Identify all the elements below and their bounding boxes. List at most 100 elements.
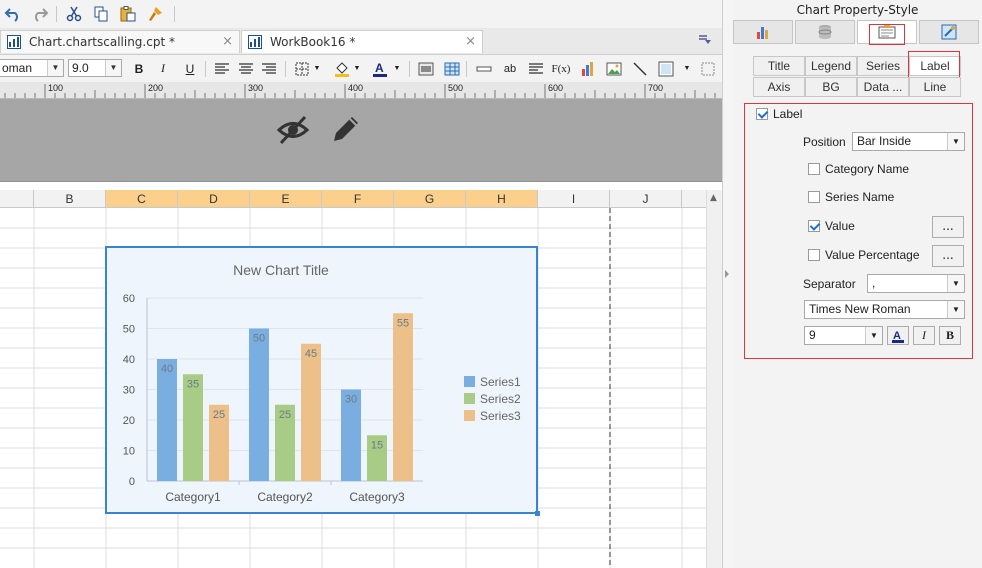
column-header-c[interactable]: C [106, 190, 178, 208]
undo-icon[interactable] [2, 4, 24, 24]
chevron-down-icon[interactable]: ▼ [47, 60, 63, 76]
bar[interactable] [157, 359, 177, 481]
font-name-select[interactable]: oman ▼ [0, 59, 64, 77]
value-checkbox[interactable] [808, 220, 820, 232]
column-header-i[interactable]: I [538, 190, 610, 208]
subtab-data[interactable]: Data ... [857, 77, 909, 97]
subtab-legend[interactable]: Legend [805, 56, 857, 76]
hide-eye-icon[interactable] [276, 113, 310, 150]
chevron-down-icon[interactable]: ▼ [105, 60, 121, 76]
effects-tab[interactable] [919, 20, 979, 44]
bold-button[interactable]: B [129, 59, 149, 78]
bar-chart[interactable]: New Chart Title 0 10 20 30 40 50 60 40 35 25 Catego… [107, 248, 536, 512]
column-header-e[interactable]: E [250, 190, 322, 208]
draw-line-icon[interactable] [630, 59, 650, 78]
column-header-g[interactable]: G [394, 190, 466, 208]
font-color-icon[interactable]: A [370, 59, 390, 78]
value-percentage-checkbox[interactable] [808, 249, 820, 261]
tab-chart-file[interactable]: Chart.chartscalling.cpt * × [0, 30, 240, 53]
label-checkbox[interactable] [756, 108, 768, 120]
align-center-icon[interactable] [236, 59, 256, 78]
subtab-title[interactable]: Title [753, 56, 805, 76]
italic-button[interactable]: I [153, 59, 173, 78]
chevron-down-icon[interactable]: ▼ [947, 301, 964, 318]
tab-list-dropdown-icon[interactable] [698, 34, 712, 49]
chevron-down-icon[interactable]: ▼ [947, 133, 964, 150]
redo-icon[interactable] [29, 4, 51, 24]
bar[interactable] [393, 313, 413, 481]
vertical-scrollbar[interactable]: ▲ [706, 190, 723, 568]
merge-cells-icon[interactable] [416, 59, 436, 78]
insert-chart-icon[interactable] [578, 59, 598, 78]
series-name-checkbox[interactable] [808, 191, 820, 203]
collapse-arrow-icon[interactable] [725, 270, 729, 278]
chevron-down-icon[interactable]: ▼ [947, 275, 964, 292]
subtab-bg[interactable]: BG [805, 77, 857, 97]
position-value: Bar Inside [857, 134, 912, 148]
font-size-select[interactable]: 9.0 ▼ [68, 59, 122, 77]
legend-swatch[interactable] [464, 393, 475, 404]
label-italic-button[interactable]: I [913, 326, 935, 345]
chevron-down-icon[interactable]: ▼ [392, 59, 402, 78]
style-type-tab[interactable] [733, 20, 793, 44]
chevron-down-icon[interactable]: ▼ [352, 59, 362, 78]
cut-icon[interactable] [63, 4, 85, 24]
column-header-a[interactable] [0, 190, 34, 208]
legend-entry[interactable]: Series2 [480, 392, 521, 406]
chevron-down-icon[interactable]: ▼ [865, 327, 882, 344]
fill-color-icon[interactable] [332, 59, 352, 78]
format-painter-icon[interactable] [144, 4, 166, 24]
bar[interactable] [183, 374, 203, 481]
insert-row-icon[interactable] [474, 59, 494, 78]
data-tab[interactable] [795, 20, 855, 44]
column-header-k[interactable] [682, 190, 706, 208]
label-font-family-select[interactable]: Times New Roman ▼ [804, 300, 965, 319]
text-label-button[interactable]: ab [500, 59, 520, 78]
value-format-button[interactable]: ... [932, 216, 964, 238]
bar[interactable] [301, 343, 321, 481]
scroll-up-icon[interactable]: ▲ [710, 193, 717, 203]
chevron-down-icon[interactable]: ▼ [312, 59, 322, 78]
category-name-checkbox[interactable] [808, 163, 820, 175]
insert-image-icon[interactable] [604, 59, 624, 78]
border-icon[interactable] [292, 59, 312, 78]
copy-icon[interactable] [90, 4, 112, 24]
column-header-d[interactable]: D [178, 190, 250, 208]
subtab-axis[interactable]: Axis [753, 77, 805, 97]
align-right-icon[interactable] [259, 59, 279, 78]
column-header-b[interactable]: B [34, 190, 106, 208]
separator-select[interactable]: , ▼ [867, 274, 965, 293]
percentage-format-button[interactable]: ... [932, 245, 964, 267]
close-tab-icon[interactable]: × [465, 34, 476, 49]
close-tab-icon[interactable]: × [222, 34, 233, 49]
position-select[interactable]: Bar Inside ▼ [852, 132, 965, 151]
paste-icon[interactable] [117, 4, 139, 24]
grid-icon[interactable] [442, 59, 462, 78]
paragraph-icon[interactable] [526, 59, 546, 78]
more-tools-icon[interactable] [698, 59, 718, 78]
bar[interactable] [249, 328, 269, 482]
column-header-j[interactable]: J [610, 190, 682, 208]
spreadsheet-grid[interactable]: B C D E F G H I J New Chart Title 0 10 20 30… [0, 190, 706, 568]
align-left-icon[interactable] [212, 59, 232, 78]
legend-swatch[interactable] [464, 410, 475, 421]
label-font-size-select[interactable]: 9 ▼ [804, 326, 883, 345]
resize-handle[interactable] [535, 511, 540, 516]
legend-entry[interactable]: Series3 [480, 409, 521, 423]
tab-workbook[interactable]: WorkBook16 * × [241, 30, 483, 53]
column-header-f[interactable]: F [322, 190, 394, 208]
subtab-series[interactable]: Series [857, 56, 909, 76]
legend-entry[interactable]: Series1 [480, 375, 521, 389]
label-font-color-button[interactable]: A [887, 326, 909, 345]
label-bold-button[interactable]: B [939, 326, 961, 345]
chevron-down-icon[interactable]: ▼ [682, 59, 692, 78]
legend-swatch[interactable] [464, 376, 475, 387]
insert-form-icon[interactable] [656, 59, 676, 78]
chart-object[interactable]: New Chart Title 0 10 20 30 40 50 60 40 35 25 Catego… [105, 246, 540, 516]
chart-title[interactable]: New Chart Title [233, 262, 329, 278]
underline-button[interactable]: U [180, 59, 200, 78]
edit-pencil-icon[interactable] [328, 113, 362, 150]
subtab-line[interactable]: Line [909, 77, 961, 97]
formula-button[interactable]: F(x) [551, 59, 571, 78]
column-header-h[interactable]: H [466, 190, 538, 208]
